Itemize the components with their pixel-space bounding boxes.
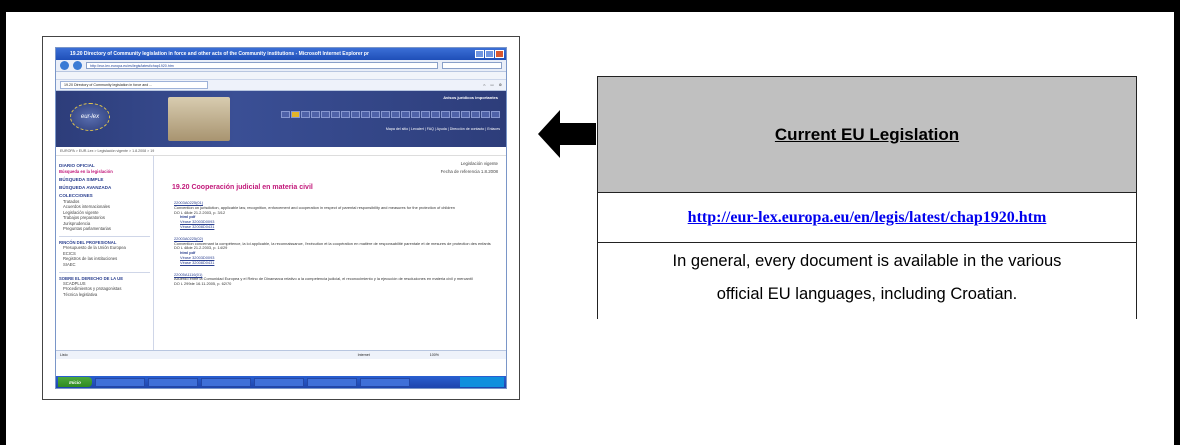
taskbar-button[interactable]: [95, 377, 145, 387]
info-title: Current EU Legislation: [597, 76, 1137, 193]
breadcrumb[interactable]: EUROPA > EUR-Lex > Legislación vigente >…: [56, 147, 506, 156]
status-bar: Listo Internet 100%: [56, 350, 506, 359]
status-text: Listo: [60, 353, 68, 357]
left-arrow-icon: [538, 110, 596, 158]
info-link-cell: http://eur-lex.europa.eu/en/legis/latest…: [597, 192, 1137, 243]
list-item: 22003A0225(01) Convention on jurisdictio…: [174, 200, 498, 230]
nav-busqueda-simple[interactable]: BÚSQUEDA SIMPLE: [59, 177, 150, 182]
description-line-2: official EU languages, including Croatia…: [716, 285, 1018, 303]
lang-button[interactable]: [431, 111, 440, 118]
lang-button[interactable]: [441, 111, 450, 118]
list-item: 22005A1116(01) Acuerdo entre la Comunida…: [174, 272, 498, 287]
window-buttons: [475, 50, 504, 58]
start-button[interactable]: Inicio: [58, 377, 92, 387]
url-field[interactable]: http://eur-lex.europa.eu/es/legis/latest…: [86, 62, 438, 69]
lang-button[interactable]: [321, 111, 330, 118]
nav-colecciones: COLECCIONES: [59, 193, 93, 198]
nav-item[interactable]: Preguntas parlamentarias: [59, 226, 150, 231]
tab-tools: ⌂ ▭ ⚙: [483, 83, 502, 87]
nav-sobre: SOBRE EL DERECHO DE LA UE: [59, 272, 150, 281]
lang-button[interactable]: [341, 111, 350, 118]
tab-strip: 19.20 Directory of Community legislation…: [56, 80, 506, 91]
header-links[interactable]: Mapa del sitio | Lexalert | FAQ | Ayuda …: [386, 127, 500, 131]
lang-button[interactable]: [301, 111, 310, 118]
legislation-link[interactable]: http://eur-lex.europa.eu/en/legis/latest…: [688, 209, 1047, 226]
eurlex-body: DIARIO OFICIAL Búsqueda en la legislació…: [56, 156, 506, 350]
lang-button[interactable]: [471, 111, 480, 118]
lang-button-selected[interactable]: [291, 111, 300, 118]
left-navigation: DIARIO OFICIAL Búsqueda en la legislació…: [56, 156, 154, 350]
entry-see-link[interactable]: Véase 32008D0431: [180, 224, 498, 230]
list-item: 22003A0225(02) Convention concernant la …: [174, 236, 498, 266]
taskbar-button[interactable]: [148, 377, 198, 387]
lang-button[interactable]: [381, 111, 390, 118]
taskbar: Inicio: [56, 376, 506, 388]
forward-icon[interactable]: [73, 61, 82, 70]
taskbar-button[interactable]: [360, 377, 410, 387]
nav-diario[interactable]: DIARIO OFICIAL: [59, 163, 150, 168]
browser-window: 19.20 Directory of Community legislation…: [55, 47, 507, 389]
nav-busqueda-legislacion[interactable]: Búsqueda en la legislación: [59, 169, 150, 174]
zoom-level[interactable]: 100%: [430, 353, 439, 357]
language-selector: [281, 111, 500, 118]
lang-button[interactable]: [311, 111, 320, 118]
info-description: In general, every document is available …: [597, 242, 1137, 319]
lang-button[interactable]: [451, 111, 460, 118]
lang-button[interactable]: [281, 111, 290, 118]
nav-item[interactable]: Técnica legislativa: [59, 292, 150, 297]
taskbar-button[interactable]: [201, 377, 251, 387]
meta-fecha: Fecha de referencia 1.8.2008: [440, 169, 498, 174]
lang-button[interactable]: [481, 111, 490, 118]
lang-button[interactable]: [331, 111, 340, 118]
embedded-screenshot: 19.20 Directory of Community legislation…: [42, 36, 520, 400]
home-icon[interactable]: ⌂: [483, 83, 485, 87]
print-icon[interactable]: ▭: [490, 83, 493, 87]
minimize-icon[interactable]: [475, 50, 484, 58]
system-tray: [460, 377, 504, 387]
search-input[interactable]: [442, 62, 502, 69]
eurlex-logo: eur-lex: [70, 103, 110, 131]
lang-button[interactable]: [371, 111, 380, 118]
taskbar-button[interactable]: [254, 377, 304, 387]
lang-button[interactable]: [411, 111, 420, 118]
window-title-bar: 19.20 Directory of Community legislation…: [56, 48, 506, 60]
lang-button[interactable]: [421, 111, 430, 118]
address-bar: http://eur-lex.europa.eu/es/legis/latest…: [56, 60, 506, 72]
lang-button[interactable]: [351, 111, 360, 118]
lang-button[interactable]: [361, 111, 370, 118]
eurlex-header: eur-lex Avisos jurídicos importantes Map…: [56, 91, 506, 147]
main-content: Legislación vigente Fecha de referencia …: [154, 156, 506, 350]
lang-button[interactable]: [391, 111, 400, 118]
browser-tab[interactable]: 19.20 Directory of Community legislation…: [60, 81, 208, 89]
window-title: 19.20 Directory of Community legislation…: [70, 51, 369, 57]
taskbar-button[interactable]: [307, 377, 357, 387]
nav-busqueda-avanzada[interactable]: BÚSQUEDA AVANZADA: [59, 185, 150, 190]
nav-rincon: RINCÓN DEL PROFESIONAL: [59, 236, 150, 245]
description-line-1: In general, every document is available …: [672, 252, 1062, 270]
status-zone: Internet: [357, 353, 370, 357]
tools-icon[interactable]: ⚙: [499, 83, 502, 87]
section-heading: 19.20 Cooperación judicial en materia ci…: [172, 184, 313, 191]
entry-see-link[interactable]: Véase 32008D0431: [180, 260, 498, 266]
maximize-icon[interactable]: [485, 50, 494, 58]
back-icon[interactable]: [60, 61, 69, 70]
lang-button[interactable]: [401, 111, 410, 118]
nav-item[interactable]: SIAEC: [59, 262, 150, 267]
entry-ref: DO L 299de 16.11.2005, p. 62/70: [174, 281, 232, 287]
header-notice-link[interactable]: Avisos jurídicos importantes: [443, 95, 498, 100]
header-image: [168, 97, 230, 141]
info-box: Current EU Legislation http://eur-lex.eu…: [597, 76, 1137, 319]
close-icon[interactable]: [495, 50, 504, 58]
lang-button[interactable]: [491, 111, 500, 118]
menu-bar: [56, 72, 506, 80]
lang-button[interactable]: [461, 111, 470, 118]
meta-legislacion: Legislación vigente: [460, 161, 498, 166]
